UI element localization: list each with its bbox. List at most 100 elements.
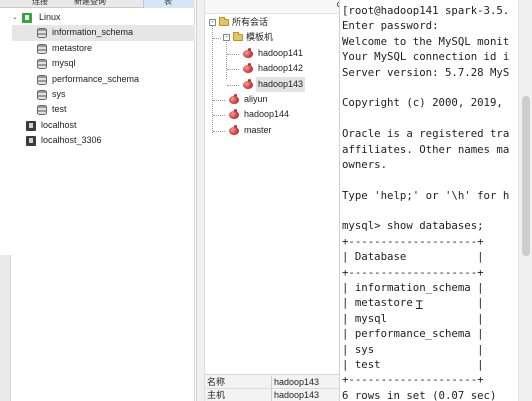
toolbar-table-button[interactable]: 表 [143, 0, 194, 8]
tree-database-information-schema[interactable]: information_schema [12, 25, 195, 41]
tree-connection-localhost[interactable]: localhost [12, 118, 195, 133]
session-label: aliyun [244, 93, 268, 104]
database-icon [37, 43, 47, 54]
toolbar-new-query-button[interactable]: 新建查询 [74, 0, 106, 8]
tree-label: localhost [41, 119, 77, 130]
text-cursor-icon: Ɪ [416, 298, 423, 312]
tree-connector [213, 115, 225, 117]
property-key: 名称 [207, 377, 226, 387]
session-item-hadoop144[interactable]: hadoop144 [205, 107, 340, 122]
tree-connector [213, 38, 221, 40]
navicat-toolbar: 连接 新建查询 表 [0, 0, 195, 8]
session-properties-grid: 名称 hadoop143 主机 hadoop143 [205, 374, 340, 401]
session-icon [243, 47, 253, 58]
terminal-line: mysql> show databases; [342, 219, 484, 233]
tree-label: metastore [52, 42, 93, 53]
terminal-line: | information_schema | [342, 281, 484, 295]
tree-database-performance-schema[interactable]: performance_schema [12, 72, 195, 87]
session-item-hadoop141[interactable]: hadoop141 [205, 46, 340, 61]
terminal-panel[interactable]: [root@hadoop141 spark-3.5. Enter password… [339, 0, 532, 401]
terminal-line: | metastore | [342, 296, 484, 310]
terminal-line: Enter password: [342, 19, 439, 33]
session-icon [243, 78, 253, 89]
tree-database-sys[interactable]: sys [12, 87, 195, 102]
terminal-line: Copyright (c) 2000, 2019, [342, 96, 503, 110]
scrollbar-thumb[interactable] [522, 96, 530, 256]
connection-tree: ⌄ Linux information_schema metastore mys… [12, 10, 195, 149]
collapse-toggle-icon[interactable]: - [209, 19, 216, 26]
tree-database-test[interactable]: test [12, 102, 195, 117]
terminal-line: +--------------------+ [342, 373, 484, 387]
left-scrollbar[interactable] [0, 255, 11, 401]
terminal-line: | performance_schema | [342, 327, 484, 341]
navicat-connection-panel: 连接 新建查询 表 ⌄ Linux information_schema met… [0, 0, 195, 401]
session-item-master[interactable]: master [205, 123, 340, 138]
tree-label: sys [52, 88, 66, 99]
session-item-hadoop142[interactable]: hadoop142 [205, 61, 340, 76]
session-icon [229, 93, 239, 104]
tree-connector [227, 69, 239, 71]
toolbar-connect-button[interactable]: 连接 [32, 0, 48, 8]
terminal-line: | Database | [342, 250, 484, 264]
session-item-aliyun[interactable]: aliyun [205, 92, 340, 107]
session-label: hadoop141 [258, 47, 304, 58]
panel-gutter [197, 0, 205, 401]
terminal-line: affiliates. Other names ma [342, 142, 510, 156]
terminal-line: | test | [342, 357, 484, 371]
database-icon [37, 105, 47, 116]
terminal-line: Oracle is a registered tra [342, 127, 510, 141]
toolbar-table-label: 表 [164, 0, 172, 6]
connection-closed-icon [26, 120, 36, 131]
terminal-line: Server version: 5.7.28 MyS [342, 65, 510, 79]
connection-closed-icon [26, 136, 36, 147]
tree-label: test [52, 104, 67, 115]
terminal-line: 6 rows in set (0.07 sec) [342, 388, 497, 401]
session-folder-label: 所有会话 [232, 17, 269, 27]
folder-icon [219, 17, 229, 26]
tree-database-mysql[interactable]: mysql [12, 56, 195, 71]
terminal-line: Type 'help;' or '\h' for h [342, 188, 510, 202]
session-folder-label: 模板机 [246, 32, 274, 43]
database-icon [37, 89, 47, 100]
tree-connection-localhost-3306[interactable]: localhost_3306 [12, 133, 195, 148]
session-icon [229, 109, 239, 120]
tree-label: performance_schema [52, 73, 140, 84]
property-row-host[interactable]: 主机 hadoop143 [205, 389, 340, 401]
tree-database-metastore[interactable]: metastore [12, 41, 195, 56]
terminal-line: Your MySQL connection id i [342, 50, 510, 64]
property-value: hadoop143 [271, 389, 338, 401]
collapse-toggle-icon[interactable]: - [223, 34, 230, 42]
terminal-line: +--------------------+ [342, 265, 484, 279]
tree-label: information_schema [52, 27, 134, 38]
session-label: hadoop144 [244, 109, 290, 120]
tree-label: localhost_3306 [41, 135, 102, 146]
session-icon [243, 63, 253, 74]
session-search-bar: ⚲ [205, 0, 343, 14]
terminal-line: owners. [342, 157, 388, 171]
terminal-line: | sys | [342, 342, 484, 356]
session-tree: - 所有会话 - 模板机 hadoop141 hadoop142 hadoop1… [205, 15, 340, 138]
terminal-line: Welcome to the MySQL monit [342, 34, 510, 48]
terminal-scrollbar[interactable] [518, 0, 532, 401]
database-icon [37, 28, 47, 39]
tree-connection-linux[interactable]: ⌄ Linux [12, 10, 195, 25]
collapse-arrow-icon[interactable]: ⌄ [12, 10, 18, 25]
session-template-folder[interactable]: - 模板机 [205, 30, 340, 45]
tree-connector [227, 53, 239, 55]
property-row-name[interactable]: 名称 hadoop143 [205, 376, 340, 389]
terminal-line: | mysql | [342, 311, 484, 325]
tree-connector [227, 84, 239, 86]
session-root-folder[interactable]: - 所有会话 [205, 15, 340, 30]
database-icon [37, 74, 47, 85]
folder-icon [233, 32, 243, 42]
terminal-line: [root@hadoop141 spark-3.5. [342, 4, 510, 17]
database-icon [37, 59, 47, 70]
terminal-output[interactable]: [root@hadoop141 spark-3.5. Enter password… [342, 3, 532, 401]
session-item-hadoop143[interactable]: hadoop143 [205, 76, 340, 92]
session-manager-panel: ⚲ - 所有会话 - 模板机 hadoop141 hadoop142 [196, 0, 343, 401]
session-icon [229, 124, 239, 135]
